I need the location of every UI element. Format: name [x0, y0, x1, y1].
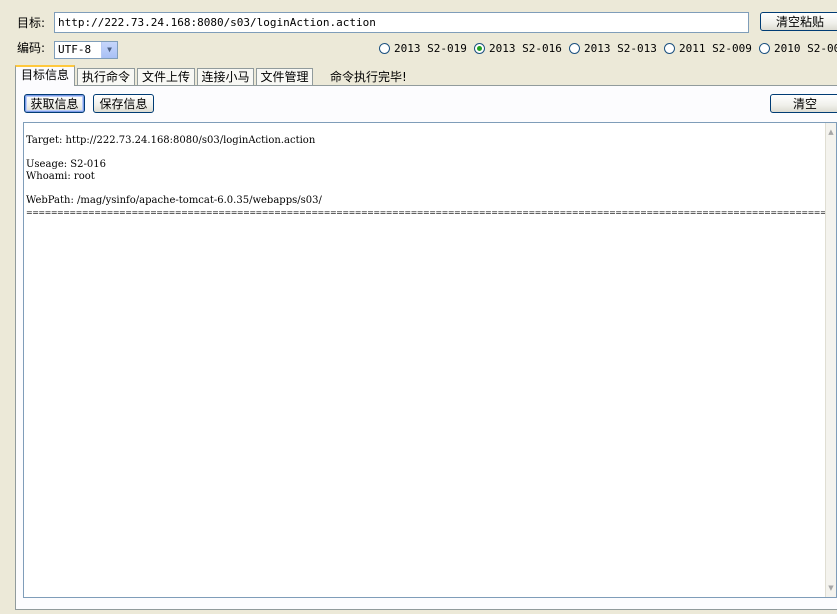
radio-circle-icon: [664, 43, 675, 54]
radio-s2-013[interactable]: 2013 S2-013: [569, 42, 657, 56]
clear-button[interactable]: 清空: [770, 94, 837, 113]
save-info-button[interactable]: 保存信息: [93, 94, 154, 113]
radio-s2-005[interactable]: 2010 S2-00: [759, 42, 837, 56]
tab-execute-command[interactable]: 执行命令: [77, 68, 135, 85]
clear-paste-button[interactable]: 清空粘贴: [760, 12, 837, 31]
output-line: ========================================…: [26, 208, 837, 217]
target-url-input[interactable]: http://222.73.24.168:8080/s03/loginActio…: [54, 12, 749, 33]
vertical-scrollbar[interactable]: ▲ ▼: [825, 123, 836, 597]
radio-label: 2013 S2-019: [394, 42, 467, 55]
tab-file-upload[interactable]: 文件上传: [137, 68, 195, 85]
radio-label: 2013 S2-013: [584, 42, 657, 55]
tab-connect-shell[interactable]: 连接小马: [197, 68, 254, 85]
status-text: 命令执行完毕!: [330, 70, 407, 84]
output-line: WebPath: /mag/ysinfo/apache-tomcat-6.0.3…: [26, 195, 322, 206]
get-info-button[interactable]: 获取信息: [24, 94, 85, 113]
radio-checked-icon: [474, 43, 485, 54]
arrow-up-icon[interactable]: ▲: [826, 125, 836, 139]
radio-circle-icon: [569, 43, 580, 54]
output-text: Target: http://222.73.24.168:8080/s03/lo…: [26, 135, 837, 219]
tab-file-manager[interactable]: 文件管理: [256, 68, 313, 85]
output-textarea[interactable]: Target: http://222.73.24.168:8080/s03/lo…: [23, 122, 837, 598]
encoding-value: UTF-8: [58, 43, 92, 56]
radio-circle-icon: [379, 43, 390, 54]
radio-s2-019[interactable]: 2013 S2-019: [379, 42, 467, 56]
encoding-select[interactable]: UTF-8 ▼: [54, 41, 118, 59]
tab-target-info[interactable]: 目标信息: [15, 65, 75, 86]
radio-label: 2013 S2-016: [489, 42, 562, 55]
output-line: Useage: S2-016: [26, 159, 106, 170]
radio-s2-016[interactable]: 2013 S2-016: [474, 42, 562, 56]
encoding-label: 编码:: [17, 41, 46, 55]
chevron-down-icon[interactable]: ▼: [101, 42, 117, 58]
target-label: 目标:: [17, 16, 46, 30]
radio-label: 2011 S2-009: [679, 42, 752, 55]
output-line: Whoami: root: [26, 171, 95, 182]
radio-circle-icon: [759, 43, 770, 54]
radio-s2-009[interactable]: 2011 S2-009: [664, 42, 752, 56]
radio-label: 2010 S2-00: [774, 42, 837, 55]
arrow-down-icon[interactable]: ▼: [826, 581, 836, 595]
output-line: Target: http://222.73.24.168:8080/s03/lo…: [26, 135, 316, 146]
